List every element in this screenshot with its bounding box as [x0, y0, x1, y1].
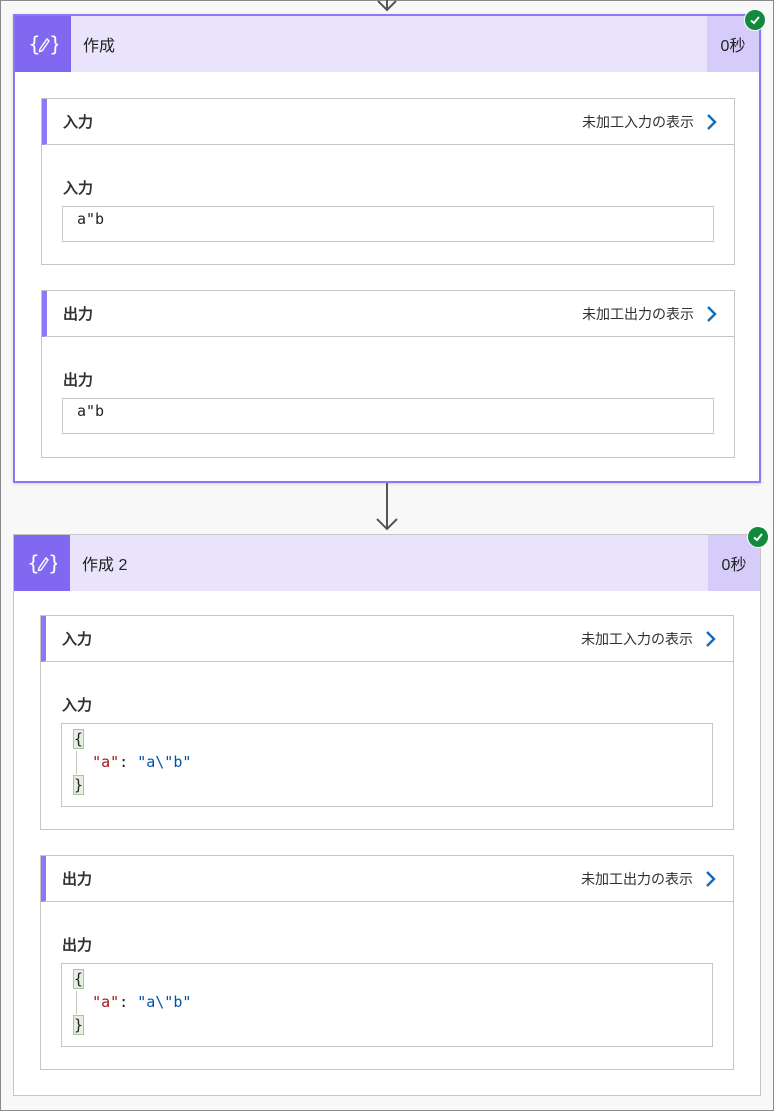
chevron-right-icon: [706, 305, 718, 323]
section-title: 出力: [62, 871, 93, 888]
field-label: 入力: [63, 180, 94, 197]
json-value: "a\"b": [137, 993, 192, 1011]
indent-guide: [76, 991, 77, 1014]
json-separator: :: [119, 753, 138, 771]
svg-text:}: }: [48, 551, 57, 575]
json-line: "a": "a\"b": [74, 991, 700, 1014]
json-close-brace: }: [72, 1015, 85, 1035]
section-title: 出力: [63, 306, 94, 323]
raw-link-label: 未加工出力の表示: [582, 305, 694, 322]
json-line: {: [72, 968, 700, 991]
json-close-brace: }: [72, 775, 85, 795]
svg-text:}: }: [49, 32, 58, 56]
section-title: 入力: [62, 631, 93, 648]
json-open-brace: {: [72, 729, 85, 749]
json-line: }: [72, 774, 700, 797]
show-raw-outputs-link[interactable]: 未加工出力の表示: [581, 869, 717, 889]
output-json-box[interactable]: { "a": "a\"b" }: [61, 963, 713, 1047]
chevron-right-icon: [706, 113, 718, 131]
json-line: "a": "a\"b": [74, 751, 700, 774]
action-card-compose-2[interactable]: { } 作成 2 0秒 入力 未加工入力の表示 入力 { "a": "a\"b": [13, 526, 769, 1096]
compose-icon: { }: [14, 535, 70, 591]
json-value: "a\"b": [137, 753, 192, 771]
json-open-brace: {: [72, 969, 85, 989]
json-key: "a": [92, 993, 120, 1011]
action-title: 作成: [83, 38, 116, 55]
json-separator: :: [119, 993, 138, 1011]
outputs-section-header: 出力 未加工出力の表示: [42, 291, 734, 337]
flow-arrow-down-icon: [376, 483, 398, 531]
outputs-section: 出力 未加工出力の表示 出力 a"b: [41, 290, 735, 458]
section-title: 入力: [63, 114, 94, 131]
action-header[interactable]: { } 作成 2 0秒: [14, 535, 760, 591]
indent-guide: [76, 751, 77, 774]
field-label: 出力: [63, 372, 94, 389]
svg-text:{: {: [27, 551, 40, 575]
action-header[interactable]: { } 作成 0秒: [15, 16, 759, 72]
inputs-section-header: 入力 未加工入力の表示: [41, 616, 733, 662]
flow-arrow-down-icon: [377, 0, 397, 12]
field-label: 出力: [62, 937, 93, 954]
input-value-box[interactable]: a"b: [62, 206, 714, 242]
success-check-icon: [744, 9, 766, 31]
chevron-right-icon: [705, 870, 717, 888]
inputs-section: 入力 未加工入力の表示 入力 { "a": "a\"b" }: [40, 615, 734, 830]
outputs-section: 出力 未加工出力の表示 出力 { "a": "a\"b" }: [40, 855, 734, 1070]
outputs-section-header: 出力 未加工出力の表示: [41, 856, 733, 902]
json-line: {: [72, 728, 700, 751]
chevron-right-icon: [705, 630, 717, 648]
inputs-section: 入力 未加工入力の表示 入力 a"b: [41, 98, 735, 265]
action-card-compose[interactable]: { } 作成 0秒 入力 未加工入力の表示 入力 a"b 出力: [13, 9, 766, 483]
compose-icon: { }: [15, 16, 71, 72]
svg-text:{: {: [28, 32, 41, 56]
raw-link-label: 未加工入力の表示: [582, 113, 694, 130]
json-key: "a": [92, 753, 120, 771]
raw-link-label: 未加工入力の表示: [581, 630, 693, 647]
raw-link-label: 未加工出力の表示: [581, 870, 693, 887]
show-raw-outputs-link[interactable]: 未加工出力の表示: [582, 304, 718, 324]
field-label: 入力: [62, 697, 93, 714]
input-json-box[interactable]: { "a": "a\"b" }: [61, 723, 713, 807]
json-line: }: [72, 1014, 700, 1037]
inputs-section-header: 入力 未加工入力の表示: [42, 99, 734, 145]
output-value-box[interactable]: a"b: [62, 398, 714, 434]
success-check-icon: [747, 526, 769, 548]
show-raw-inputs-link[interactable]: 未加工入力の表示: [582, 112, 718, 132]
action-title: 作成 2: [82, 557, 128, 574]
show-raw-inputs-link[interactable]: 未加工入力の表示: [581, 629, 717, 649]
